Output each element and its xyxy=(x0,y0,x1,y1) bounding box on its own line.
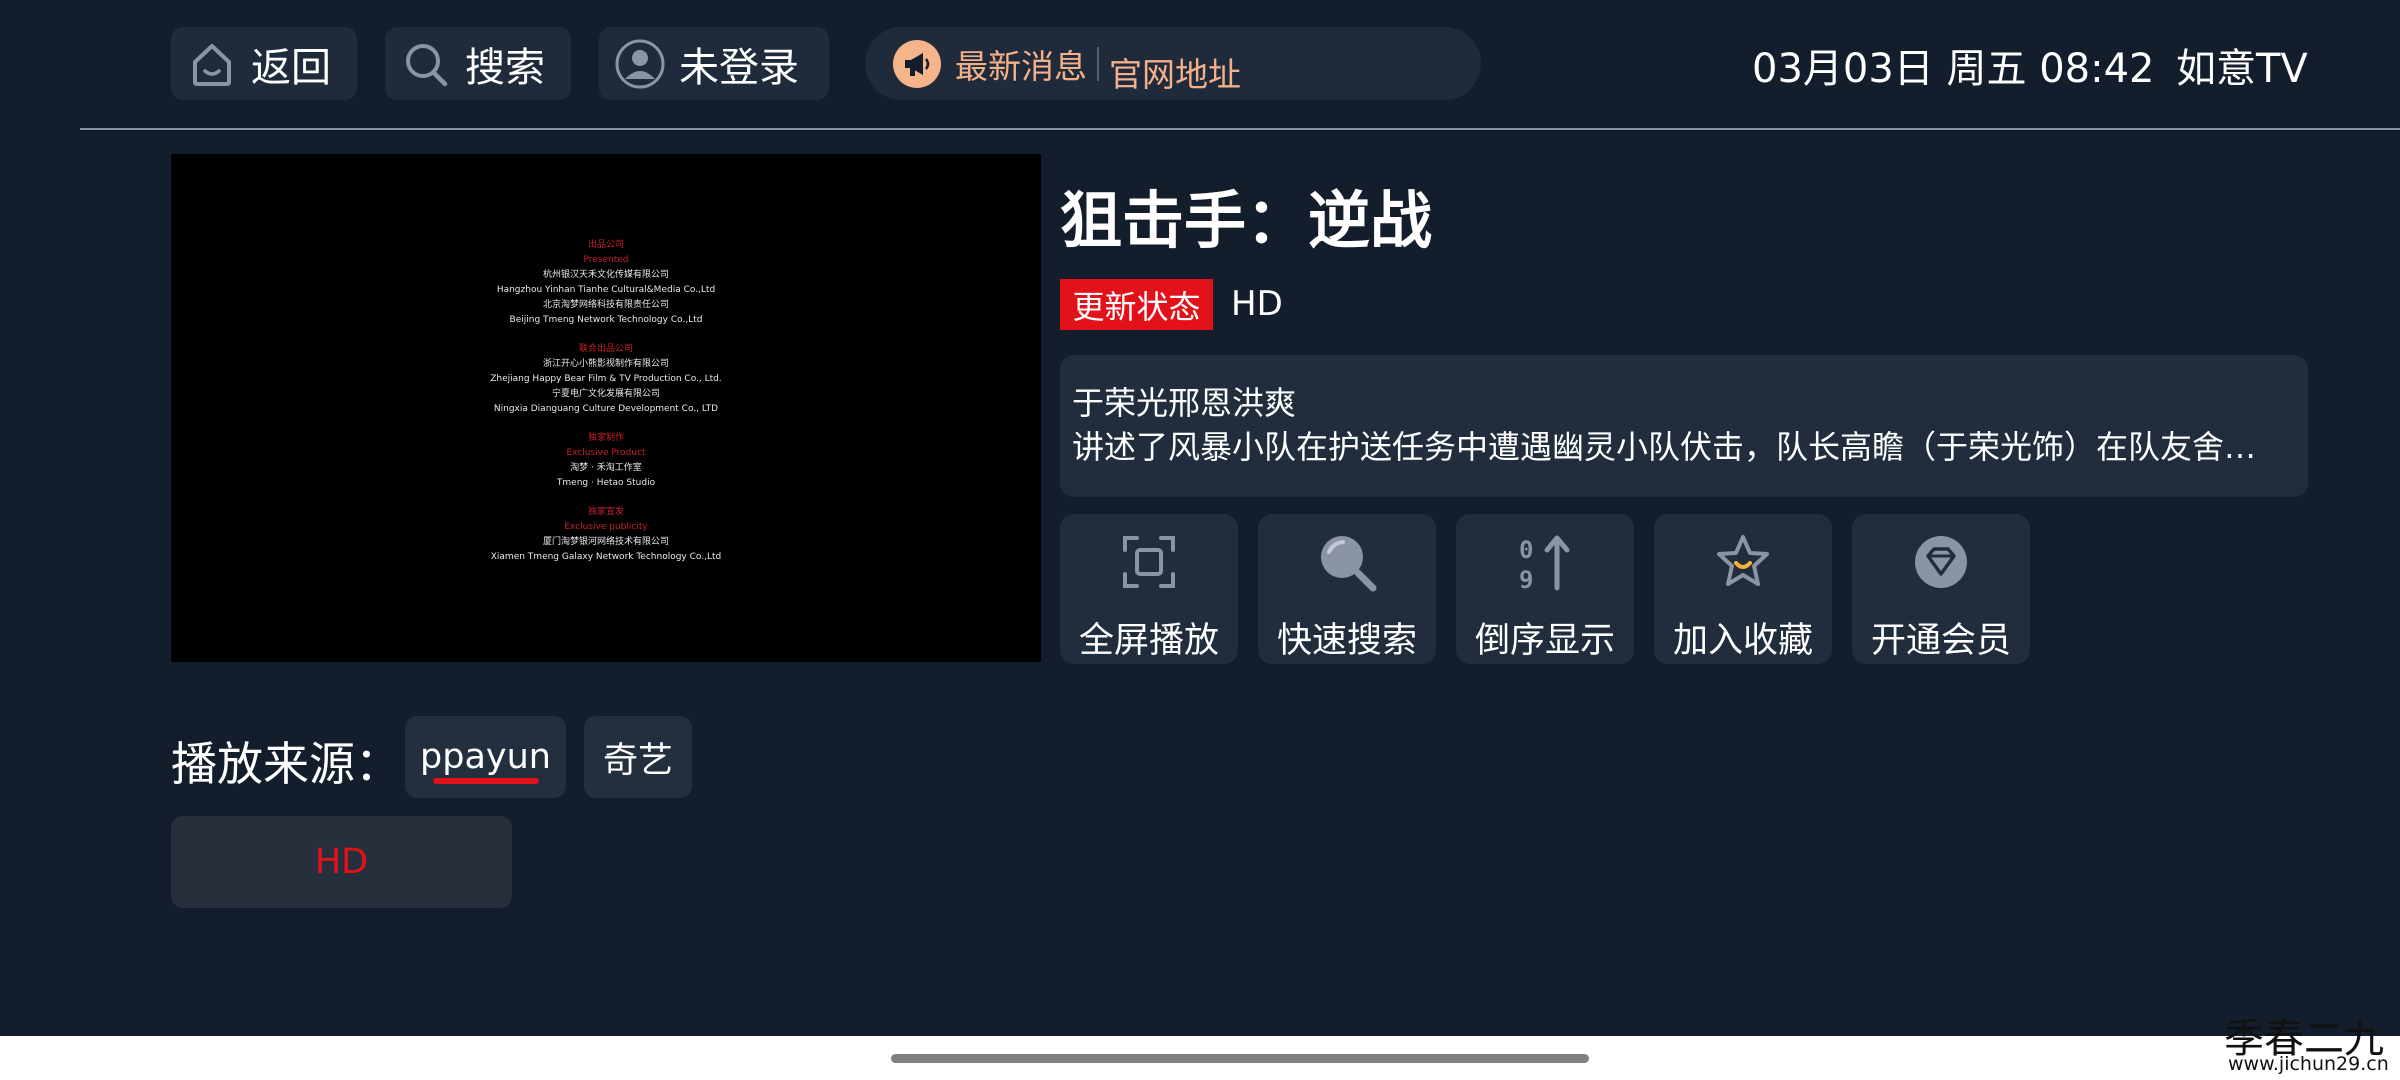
vip-membership-label: 开通会员 xyxy=(1870,621,2011,661)
magnifier-icon xyxy=(1317,532,1377,592)
selected-indicator xyxy=(433,778,539,784)
header-divider xyxy=(80,128,2400,130)
cast-text: 于荣光邢恩洪爽 xyxy=(1072,384,1297,422)
back-button[interactable]: 返回 xyxy=(171,27,357,100)
svg-text:0: 0 xyxy=(1519,536,1533,564)
credit-line: 北京淘梦网络科技有限责任公司 xyxy=(542,300,669,310)
credit-line: 淘梦 · 禾淘工作室 xyxy=(570,463,642,473)
svg-text:9: 9 xyxy=(1519,566,1533,592)
source-chip-qiyi[interactable]: 奇艺 xyxy=(584,716,692,798)
news-bar[interactable]: 最新消息 官网地址 xyxy=(865,27,1481,100)
episode-button-hd[interactable]: HD xyxy=(171,816,512,908)
fullscreen-icon xyxy=(1119,532,1179,592)
credit-line: Exclusive Product xyxy=(566,448,646,458)
credit-line: Exclusive publicity xyxy=(564,522,648,532)
watermark-url: www.jichun29.cn xyxy=(2228,1053,2389,1075)
official-site-link[interactable]: 官网地址 xyxy=(1109,48,1241,96)
credit-gap xyxy=(171,417,1041,431)
user-avatar-icon xyxy=(615,39,665,89)
credit-line: 厦门淘梦银河网络技术有限公司 xyxy=(542,537,669,547)
credit-line: Ningxia Dianguang Culture Development Co… xyxy=(493,404,719,414)
vip-membership-button[interactable]: 开通会员 xyxy=(1852,514,2030,664)
star-icon xyxy=(1713,532,1773,592)
quick-search-label: 快速搜索 xyxy=(1276,621,1417,661)
credit-line: Presented xyxy=(583,255,629,265)
credit-line: Beijing Tmeng Network Technology Co.,Ltd xyxy=(509,315,703,325)
home-icon xyxy=(187,39,237,89)
credit-line: 杭州银汉天禾文化传媒有限公司 xyxy=(542,270,669,280)
credit-line: Hangzhou Yinhan Tianhe Cultural&Media Co… xyxy=(496,285,716,295)
login-button[interactable]: 未登录 xyxy=(599,27,829,100)
home-indicator[interactable] xyxy=(891,1054,1589,1063)
add-favorite-button[interactable]: 加入收藏 xyxy=(1654,514,1832,664)
credit-line: Zhejiang Happy Bear Film & TV Production… xyxy=(490,374,722,384)
video-credits: 出品公司 Presented 杭州银汉天禾文化传媒有限公司 Hangzhou Yinh… xyxy=(171,238,1041,565)
credit-line: 宁夏电广文化发展有限公司 xyxy=(551,389,660,399)
source-chip-ppayun[interactable]: ppayun xyxy=(405,716,566,798)
description-box[interactable]: 于荣光邢恩洪爽 讲述了风暴小队在护送任务中遭遇幽灵小队伏击，队长高瞻（于荣光饰）… xyxy=(1060,355,2308,497)
fullscreen-label: 全屏播放 xyxy=(1078,621,1219,661)
diamond-icon xyxy=(1911,532,1971,592)
credit-line: 浙江开心小熊影视制作有限公司 xyxy=(542,359,669,369)
login-label: 未登录 xyxy=(679,44,799,91)
quick-search-button[interactable]: 快速搜索 xyxy=(1258,514,1436,664)
credit-line: 独家制作 xyxy=(587,433,624,443)
brand-name: 如意TV xyxy=(2176,46,2308,92)
megaphone-icon xyxy=(893,39,941,88)
reverse-order-button[interactable]: 09 倒序显示 xyxy=(1456,514,1634,664)
datetime-display: 03月03日 周五 08:42 xyxy=(1752,46,2155,92)
credit-line: Xiamen Tmeng Galaxy Network Technology C… xyxy=(490,552,722,562)
search-label: 搜索 xyxy=(465,44,545,91)
video-player[interactable]: 出品公司 Presented 杭州银汉天禾文化传媒有限公司 Hangzhou Yinh… xyxy=(171,154,1041,662)
quality-label: HD xyxy=(1231,284,1283,324)
top-bar: 返回 搜索 未登录 最新消息 官网地址 03月03日 周五 08:42 如意TV xyxy=(0,0,2400,130)
synopsis-text: 讲述了风暴小队在护送任务中遭遇幽灵小队伏击，队长高瞻（于荣光饰）在队友舍… xyxy=(1072,428,2257,466)
credit-line: 独家宣发 xyxy=(587,507,624,517)
source-chip-label: 奇艺 xyxy=(602,740,673,781)
reverse-order-label: 倒序显示 xyxy=(1474,621,1615,661)
source-label: 播放来源： xyxy=(171,737,401,791)
credit-line: Tmeng · Hetao Studio xyxy=(556,478,656,488)
status-badge: 更新状态 xyxy=(1060,279,1213,330)
back-label: 返回 xyxy=(251,44,331,91)
search-button[interactable]: 搜索 xyxy=(385,27,571,100)
source-chip-label: ppayun xyxy=(420,737,551,777)
sort-order-icon: 09 xyxy=(1515,532,1575,592)
credit-line: 出品公司 xyxy=(587,240,624,250)
search-icon xyxy=(401,39,451,89)
credit-line: 联合出品公司 xyxy=(578,344,633,354)
credit-gap xyxy=(171,491,1041,505)
news-label: 最新消息 xyxy=(955,46,1087,86)
movie-title: 狙击手：逆战 xyxy=(1060,184,1433,257)
credit-gap xyxy=(171,328,1041,342)
news-divider xyxy=(1097,46,1099,81)
fullscreen-button[interactable]: 全屏播放 xyxy=(1060,514,1238,664)
add-favorite-label: 加入收藏 xyxy=(1672,621,1813,661)
